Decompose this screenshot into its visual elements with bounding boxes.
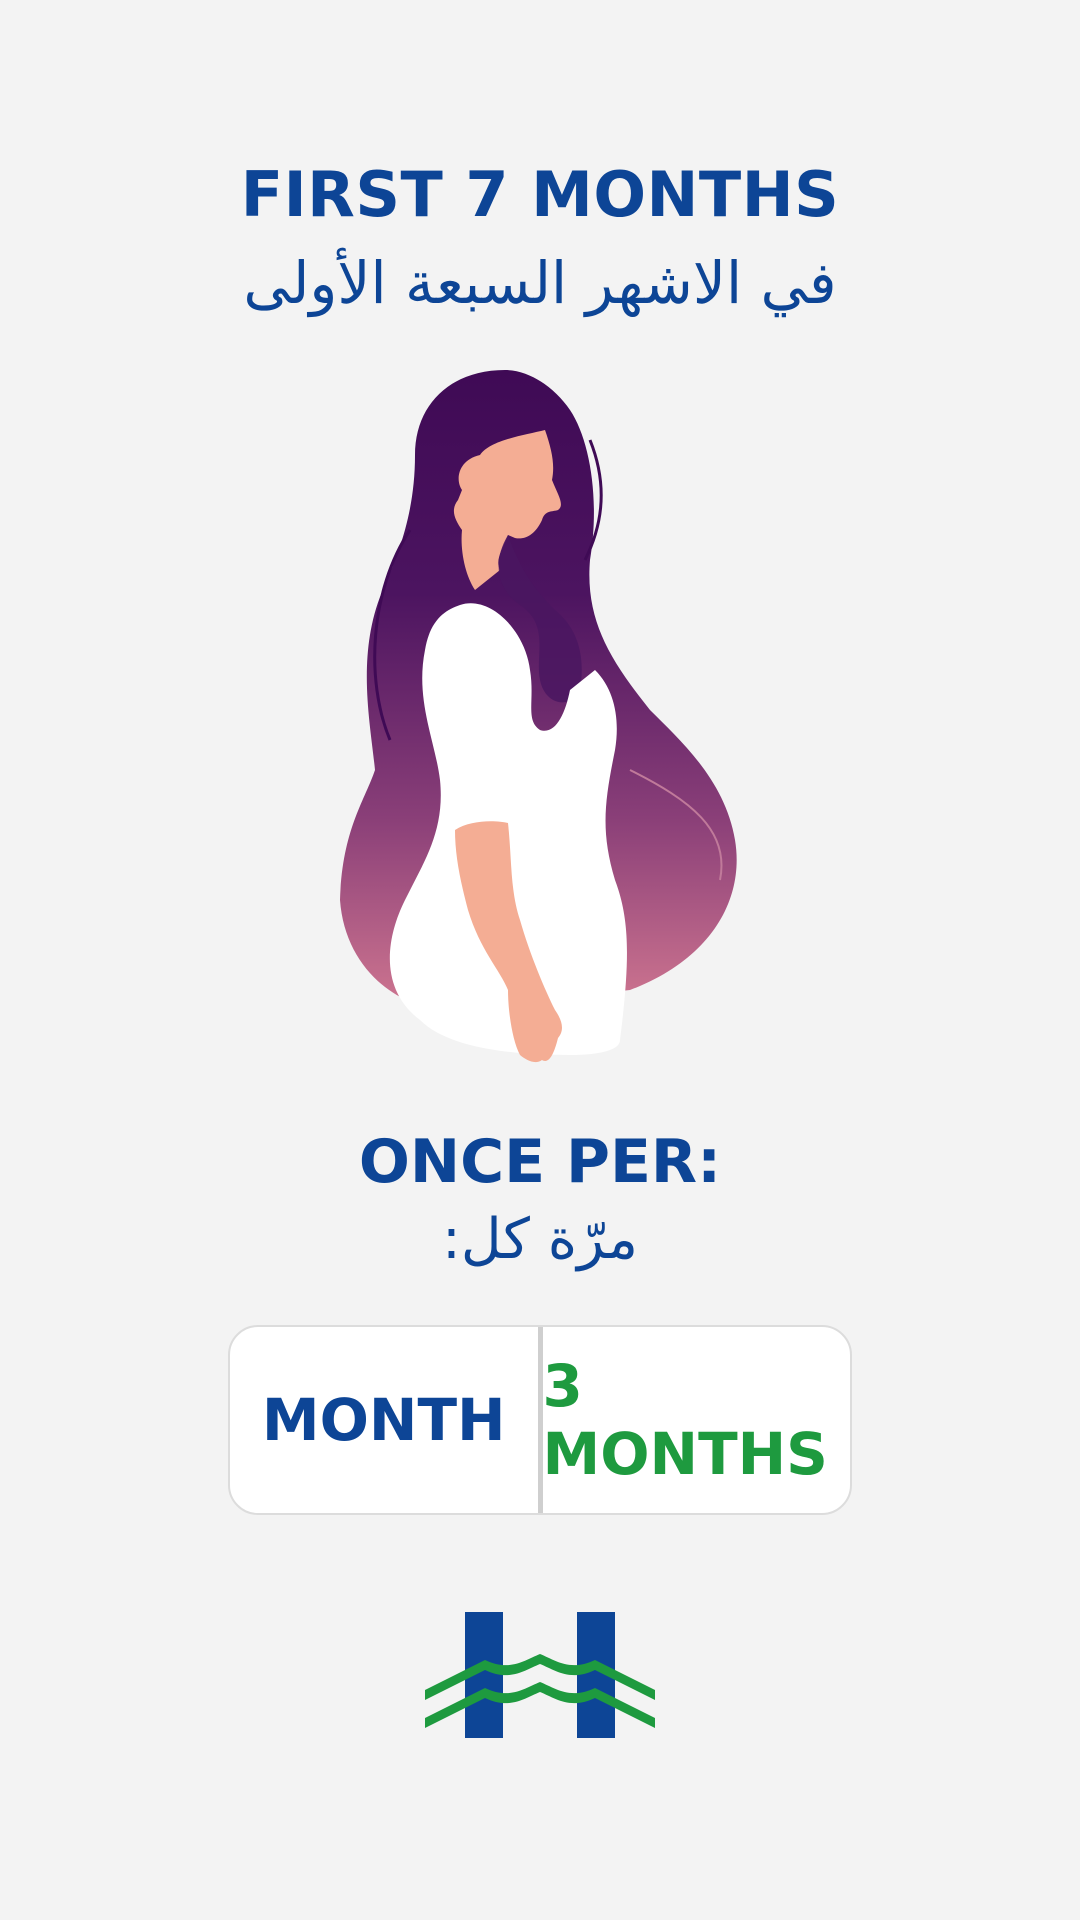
option-3-months-button[interactable]: 3 MONTHS — [543, 1327, 851, 1513]
pregnant-woman-illustration — [340, 370, 737, 1063]
title-english: FIRST 7 MONTHS — [240, 158, 840, 231]
frequency-toggle: MONTH 3 MONTHS — [228, 1325, 852, 1515]
frequency-label-arabic: مرّة كل: — [442, 1207, 638, 1272]
hospital-h-logo-icon — [425, 1612, 655, 1738]
title-arabic: في الاشهر السبعة الأولى — [243, 249, 837, 317]
frequency-label-english: ONCE PER: — [358, 1127, 722, 1197]
option-month-button[interactable]: MONTH — [230, 1327, 538, 1513]
